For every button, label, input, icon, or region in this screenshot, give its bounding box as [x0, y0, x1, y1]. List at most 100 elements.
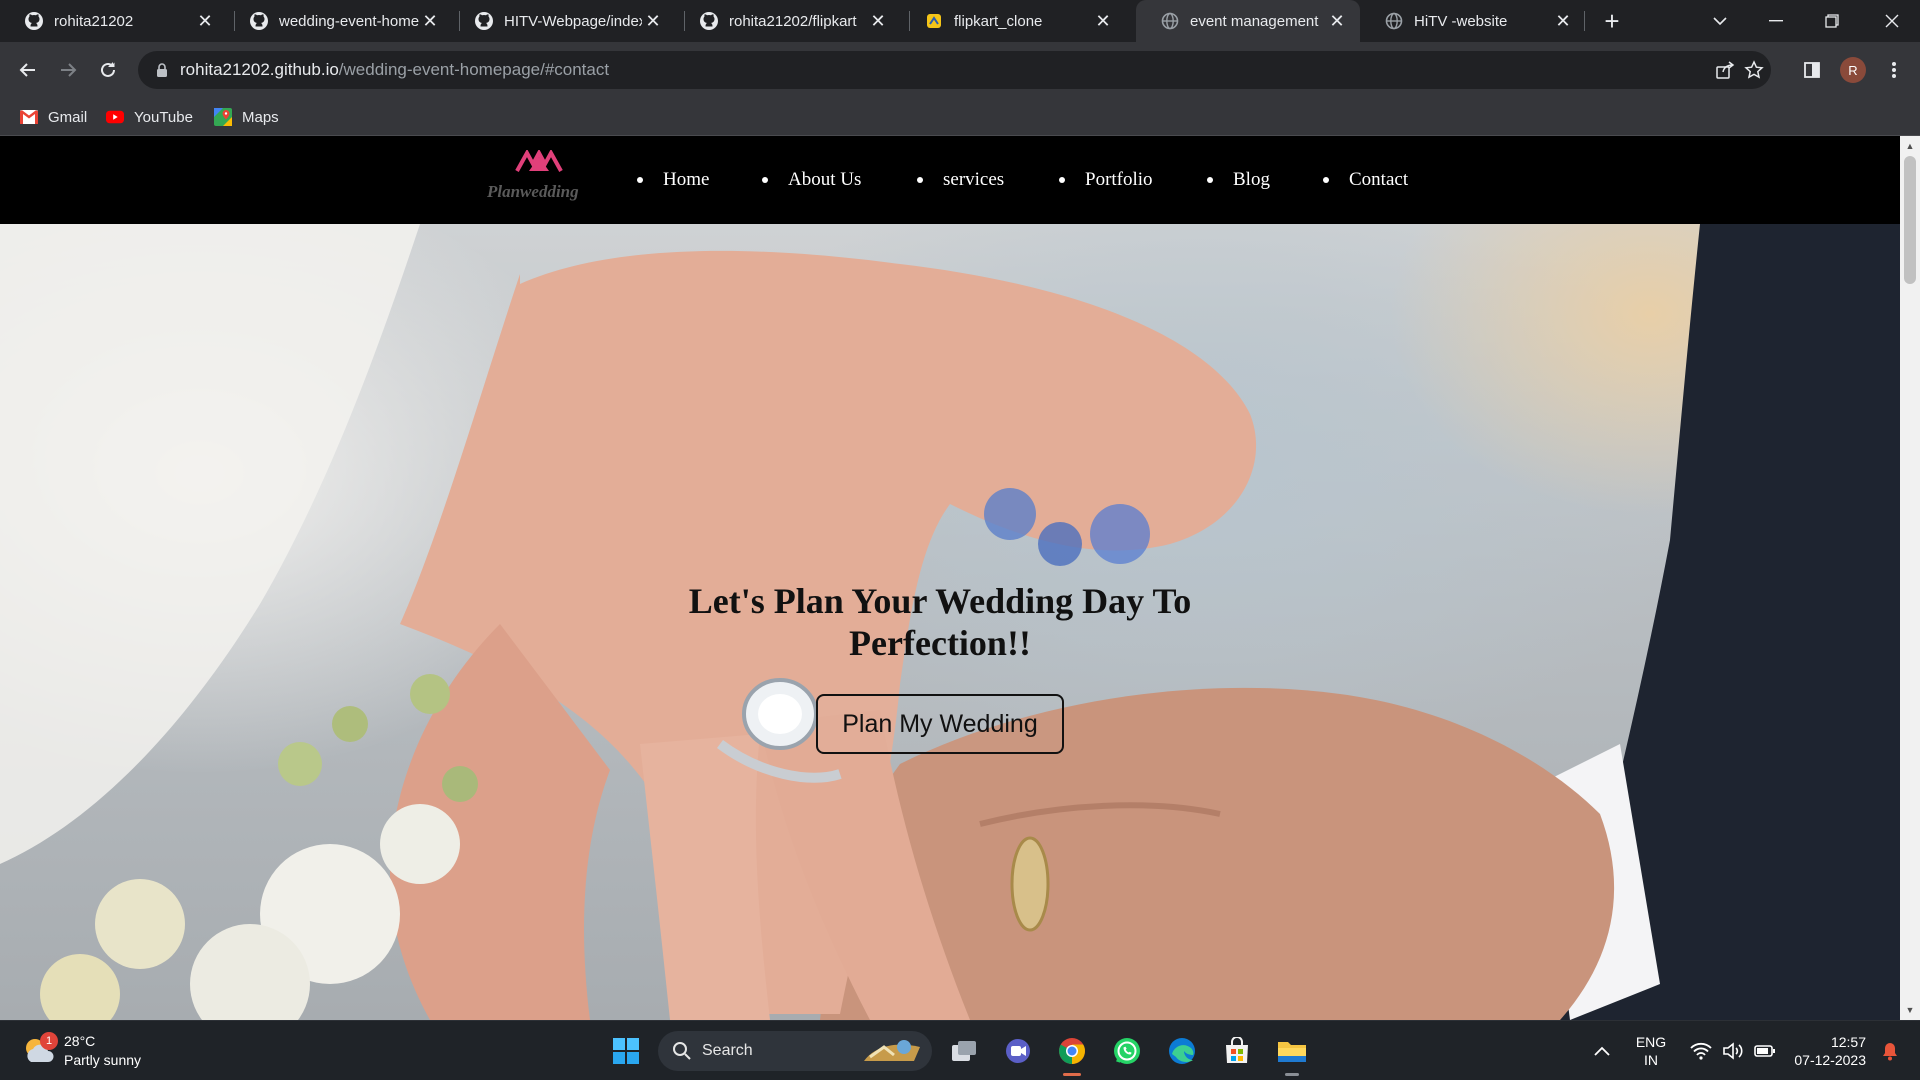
url-host: rohita21202.github.io [180, 60, 339, 79]
lock-icon[interactable] [154, 62, 170, 78]
tab-strip: rohita21202 ✕ wedding-event-homepage ✕ H… [0, 0, 1920, 42]
forward-icon[interactable] [52, 54, 84, 86]
nav-item-home[interactable]: Home [637, 136, 709, 224]
search-placeholder: Search [702, 1042, 753, 1059]
tab-wedding-event[interactable]: wedding-event-homepage ✕ [225, 0, 453, 42]
nav-label: Home [663, 169, 710, 190]
close-icon[interactable]: ✕ [867, 10, 889, 32]
whatsapp-icon[interactable] [1107, 1031, 1147, 1071]
tab-hitv-webpage[interactable]: HITV-Webpage/index ✕ [450, 0, 676, 42]
running-indicator [1063, 1073, 1081, 1076]
avatar: R [1840, 57, 1866, 83]
weather-widget[interactable]: 1 28°C Partly sunny [22, 1029, 141, 1073]
tab-title: HiTV -website [1414, 12, 1508, 30]
clock-date: 07-12-2023 [1794, 1052, 1866, 1068]
page-scrollbar[interactable]: ▲ ▼ [1900, 136, 1920, 1020]
weather-condition: Partly sunny [64, 1052, 142, 1068]
bullet [917, 177, 923, 183]
chrome-icon[interactable] [1052, 1031, 1092, 1071]
bookmark-youtube[interactable]: YouTube [106, 106, 193, 128]
bookmark-star-icon[interactable] [1743, 59, 1765, 81]
tab-hitv-website[interactable]: HiTV -website ✕ [1360, 0, 1586, 42]
search-icon [672, 1041, 692, 1061]
language-indicator[interactable]: ENG IN [1633, 1033, 1669, 1069]
notification-bell-icon[interactable] [1870, 1031, 1910, 1071]
side-panel-icon[interactable] [1796, 54, 1828, 86]
nav-label: Blog [1233, 169, 1270, 190]
share-icon[interactable] [1714, 59, 1736, 81]
new-tab-button[interactable]: + [1597, 6, 1627, 36]
windows-start-icon[interactable] [606, 1031, 646, 1071]
restore-icon[interactable] [1804, 0, 1860, 42]
reload-icon[interactable] [92, 54, 124, 86]
github-icon [474, 11, 494, 31]
scrollbar-thumb[interactable] [1904, 156, 1916, 284]
minimize-icon[interactable] [1748, 0, 1804, 42]
clock-time: 12:57 [1830, 1034, 1866, 1050]
nav-item-services[interactable]: services [917, 136, 1004, 224]
gmail-icon [20, 108, 38, 126]
plan-my-wedding-button[interactable]: Plan My Wedding [816, 694, 1064, 754]
nav-item-contact[interactable]: Contact [1323, 136, 1408, 224]
menu-kebab-icon[interactable] [1878, 54, 1910, 86]
task-view-icon[interactable] [944, 1031, 984, 1071]
close-icon[interactable]: ✕ [1092, 10, 1114, 32]
scroll-up-icon[interactable]: ▲ [1900, 138, 1920, 154]
meet-icon[interactable] [998, 1031, 1038, 1071]
edge-icon[interactable] [1162, 1031, 1202, 1071]
close-icon[interactable]: ✕ [419, 10, 441, 32]
microsoft-store-icon[interactable] [1217, 1031, 1257, 1071]
tab-title: event management [1190, 12, 1319, 30]
tab-title: flipkart_clone [954, 12, 1043, 30]
logo-mark-icon [515, 150, 563, 172]
weather-temp: 28°C [64, 1033, 96, 1049]
site-logo[interactable]: Planwedding [487, 150, 591, 210]
profile-avatar[interactable]: R [1837, 54, 1869, 86]
nav-item-blog[interactable]: Blog [1207, 136, 1270, 224]
back-icon[interactable] [12, 54, 44, 86]
bookmark-label: Gmail [48, 108, 88, 126]
bookmark-label: YouTube [134, 108, 193, 126]
close-icon[interactable]: ✕ [642, 10, 664, 32]
close-icon[interactable]: ✕ [1552, 10, 1574, 32]
maps-icon [214, 108, 232, 126]
bookmark-gmail[interactable]: Gmail [20, 106, 87, 128]
taskbar-search[interactable]: Search [658, 1031, 932, 1071]
nav-label: About Us [788, 169, 862, 190]
bullet [637, 177, 643, 183]
bookmark-maps[interactable]: Maps [214, 106, 279, 128]
globe-icon [1384, 11, 1404, 31]
bookmark-label: Maps [242, 108, 279, 126]
github-icon [24, 11, 44, 31]
battery-icon [1754, 1045, 1775, 1057]
system-tray[interactable] [1678, 1031, 1788, 1071]
wifi-icon [1690, 1042, 1712, 1060]
nav-item-about[interactable]: About Us [762, 136, 861, 224]
close-icon[interactable]: ✕ [1326, 10, 1348, 32]
close-icon[interactable]: ✕ [194, 10, 216, 32]
tab-flipkart-clone[interactable]: flipkart_clone ✕ [900, 0, 1126, 42]
bullet [1207, 177, 1213, 183]
logo-text: Planwedding [487, 182, 579, 201]
tab-separator [1584, 11, 1585, 31]
chevron-up-icon[interactable] [1582, 1031, 1622, 1071]
nav-item-portfolio[interactable]: Portfolio [1059, 136, 1153, 224]
github-icon [249, 11, 269, 31]
scroll-down-icon[interactable]: ▼ [1900, 1002, 1920, 1018]
nav-label: Contact [1349, 169, 1409, 190]
hero-section: Let's Plan Your Wedding Day To Perfectio… [0, 224, 1900, 1020]
language-line2: IN [1644, 1052, 1658, 1068]
tab-search-icon[interactable] [1692, 0, 1748, 42]
clock[interactable]: 12:57 07-12-2023 [1786, 1033, 1866, 1069]
language-line1: ENG [1635, 1034, 1667, 1050]
tab-title: rohita21202/flipkart [729, 12, 857, 30]
bookmarks-bar: Gmail YouTube Maps [0, 98, 1920, 136]
tab-title: rohita21202 [54, 12, 134, 30]
tab-github-profile[interactable]: rohita21202 ✕ [0, 0, 228, 42]
address-bar[interactable]: rohita21202.github.io/wedding-event-home… [138, 51, 1771, 89]
nav-label: Portfolio [1085, 169, 1153, 190]
close-window-icon[interactable] [1864, 0, 1920, 42]
file-explorer-icon[interactable] [1272, 1031, 1312, 1071]
tab-event-management[interactable]: event management ✕ [1136, 0, 1360, 42]
tab-flipkart-repo[interactable]: rohita21202/flipkart ✕ [675, 0, 901, 42]
